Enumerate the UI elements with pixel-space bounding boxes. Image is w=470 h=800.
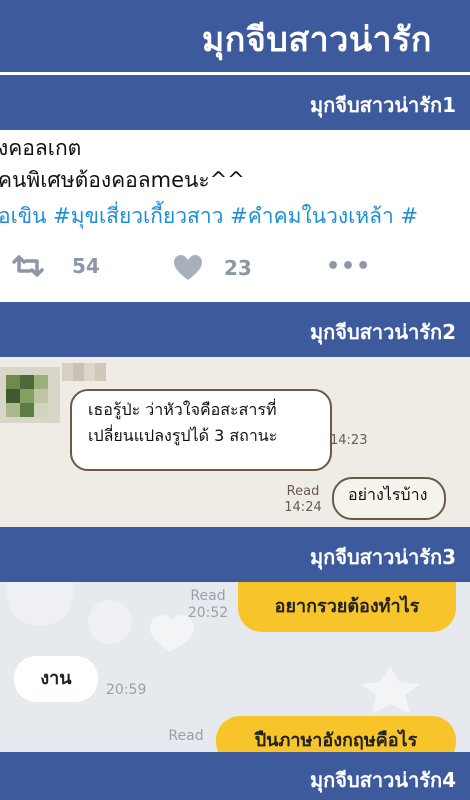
sent-message-2-text: ปืนภาษาอังกฤษคือไร bbox=[254, 730, 418, 751]
sent-message-2-meta: Read bbox=[164, 728, 208, 745]
read-receipt: Read bbox=[168, 728, 204, 744]
tweet-text-line-2: คนพิเศษต้องคอลmeนะ^^ bbox=[0, 168, 245, 192]
section-header-2[interactable]: มุกจีบสาวน่ารัก2 bbox=[0, 302, 470, 357]
app-header: มุกจีบสาวน่ารัก bbox=[0, 0, 470, 72]
sent-message-text: อย่างไรบ้าง bbox=[348, 485, 428, 504]
retweet-button[interactable]: 54 bbox=[10, 254, 100, 278]
retweet-icon bbox=[10, 254, 46, 278]
received-message-line-1: เธอรู้ป่ะ ว่าหัวใจคือสะสารที่ bbox=[88, 400, 277, 419]
sent-message-2-bubble[interactable]: ปืนภาษาอังกฤษคือไร bbox=[216, 716, 456, 752]
tweet-text-line-1: งคอลเกต bbox=[0, 136, 82, 160]
avatar[interactable] bbox=[0, 367, 60, 423]
sent-message-bubble[interactable]: อย่างไรบ้าง bbox=[332, 477, 446, 520]
received-message-bubble[interactable]: งาน bbox=[14, 656, 98, 702]
sent-message-1-meta: Read 20:52 bbox=[184, 588, 232, 622]
sender-name-blurred bbox=[62, 363, 106, 381]
heart-icon bbox=[172, 254, 204, 282]
sent-message-1-time: 20:52 bbox=[187, 605, 229, 621]
more-options-button[interactable]: ••• bbox=[326, 254, 371, 279]
section-label-4: มุกจีบสาวน่ารัก4 bbox=[309, 768, 456, 792]
chat-card-1: เธอรู้ป่ะ ว่าหัวใจคือสะสารที่ เปลี่ยนแปล… bbox=[0, 357, 470, 527]
received-message-line-2: เปลี่ยนแปลงรูปได้ 3 สถานะ bbox=[88, 426, 278, 445]
sent-message-meta: Read 14:24 bbox=[282, 484, 324, 516]
app-title: มุกจีบสาวน่ารัก bbox=[201, 20, 432, 60]
section-label-1: มุกจีบสาวน่ารัก1 bbox=[309, 93, 456, 117]
section-header-4[interactable]: มุกจีบสาวน่ารัก4 bbox=[0, 752, 470, 800]
section-header-3[interactable]: มุกจีบสาวน่ารัก3 bbox=[0, 527, 470, 582]
retweet-count: 54 bbox=[72, 254, 100, 278]
sent-message-1-text: อยากรวยต้องทำไร bbox=[274, 596, 420, 617]
like-button[interactable]: 23 bbox=[172, 254, 252, 282]
sent-message-time: 14:24 bbox=[284, 500, 322, 515]
tweet-card[interactable]: งคอลเกต คนพิเศษต้องคอลmeนะ^^ อเขิน #มุขเ… bbox=[0, 130, 470, 300]
section-label-3: มุกจีบสาวน่ารัก3 bbox=[309, 545, 456, 569]
received-message-text: งาน bbox=[40, 668, 72, 689]
read-receipt: Read bbox=[190, 588, 226, 604]
received-message-time: 20:59 bbox=[106, 682, 147, 698]
section-label-2: มุกจีบสาวน่ารัก2 bbox=[309, 320, 456, 344]
sent-message-1-bubble[interactable]: อยากรวยต้องทำไร bbox=[238, 582, 456, 632]
more-icon: ••• bbox=[326, 254, 372, 279]
tweet-hashtags[interactable]: อเขิน #มุขเสี่ยวเกี้ยวสาว #คำคมในวงเหล้า… bbox=[0, 200, 418, 233]
chat-card-2: Read 20:52 อยากรวยต้องทำไร งาน 20:59 Rea… bbox=[0, 582, 470, 752]
received-message-time: 14:23 bbox=[330, 433, 368, 448]
read-receipt: Read bbox=[286, 484, 320, 499]
like-count: 23 bbox=[224, 256, 252, 280]
section-header-1[interactable]: มุกจีบสาวน่ารัก1 bbox=[0, 75, 470, 130]
received-message-bubble[interactable]: เธอรู้ป่ะ ว่าหัวใจคือสะสารที่ เปลี่ยนแปล… bbox=[70, 389, 332, 471]
